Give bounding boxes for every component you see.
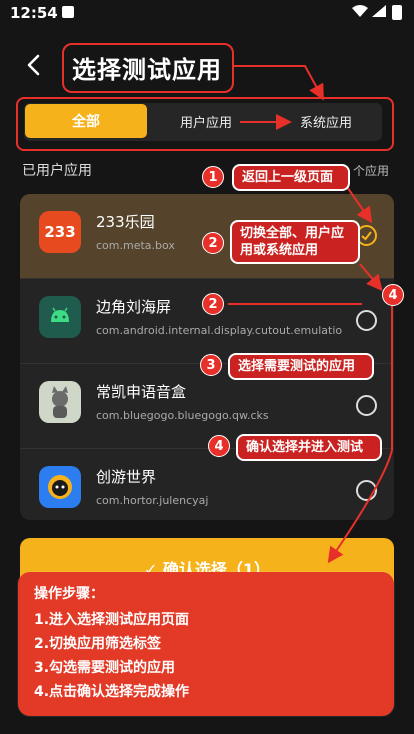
- cat-avatar-icon: [39, 381, 81, 423]
- list-item[interactable]: 边角刘海屏 com.android.internal.display.cutou…: [20, 279, 394, 363]
- annotation-callout: 选择需要测试的应用: [228, 353, 374, 380]
- section-label: 已用户应用: [22, 163, 92, 179]
- status-time: 12:54: [10, 4, 58, 22]
- page-title: 选择测试应用: [72, 56, 222, 84]
- annotation-callout: 切换全部、用户应用或系统应用: [230, 220, 360, 264]
- android-icon: [39, 296, 81, 338]
- annotation-badge: 2: [202, 232, 224, 254]
- app-name: 边角刘海屏: [96, 298, 172, 316]
- app-package: com.bluegogo.bluegogo.qw.cks: [96, 409, 269, 422]
- 233-app-icon: 233: [39, 211, 81, 253]
- app-package: com.meta.box: [96, 239, 175, 252]
- app-name: 创游世界: [96, 468, 157, 486]
- annotation-badge: 4: [382, 284, 404, 306]
- battery-icon: [392, 5, 402, 20]
- annotation-badge: 1: [202, 166, 224, 188]
- app-name: 常凯申语音盒: [96, 383, 187, 401]
- tab-system-apps[interactable]: 系统应用: [300, 104, 352, 138]
- step-item: 3.勾选需要测试的应用: [34, 660, 176, 676]
- annotation-callout: 返回上一级页面: [232, 164, 350, 191]
- app-name: 233乐园: [96, 213, 155, 231]
- step-item: 1.进入选择测试应用页面: [34, 612, 190, 628]
- wifi-icon: [352, 5, 368, 17]
- annotation-badge: 2: [202, 293, 224, 315]
- step-item: 4.点击确认选择完成操作: [34, 684, 190, 700]
- annotation-badge: 4: [208, 435, 230, 457]
- app-checkbox[interactable]: [356, 310, 377, 331]
- steps-title: 操作步骤：: [34, 586, 104, 602]
- app-package: com.android.internal.display.cutout.emul…: [96, 324, 343, 337]
- status-bar: 12:54: [0, 0, 414, 26]
- app-count-label: 个应用: [353, 164, 390, 178]
- app-checkbox[interactable]: [356, 395, 377, 416]
- round-face-icon: [39, 466, 81, 508]
- check-icon: [361, 231, 372, 241]
- annotation-callout: 确认选择并进入测试: [236, 434, 382, 461]
- tab-user-apps[interactable]: 用户应用: [180, 104, 232, 138]
- back-arrow-icon[interactable]: [22, 52, 46, 78]
- annotation-badge: 3: [200, 354, 222, 376]
- app-package: com.hortor.julencyaj: [96, 494, 209, 507]
- step-item: 2.切换应用筛选标签: [34, 636, 162, 652]
- app-checkbox[interactable]: [356, 480, 377, 501]
- tab-all[interactable]: 全部: [25, 104, 147, 138]
- signal-icon: [372, 5, 386, 17]
- 233-icon-text: 233: [44, 223, 76, 241]
- notification-icon: [62, 6, 74, 18]
